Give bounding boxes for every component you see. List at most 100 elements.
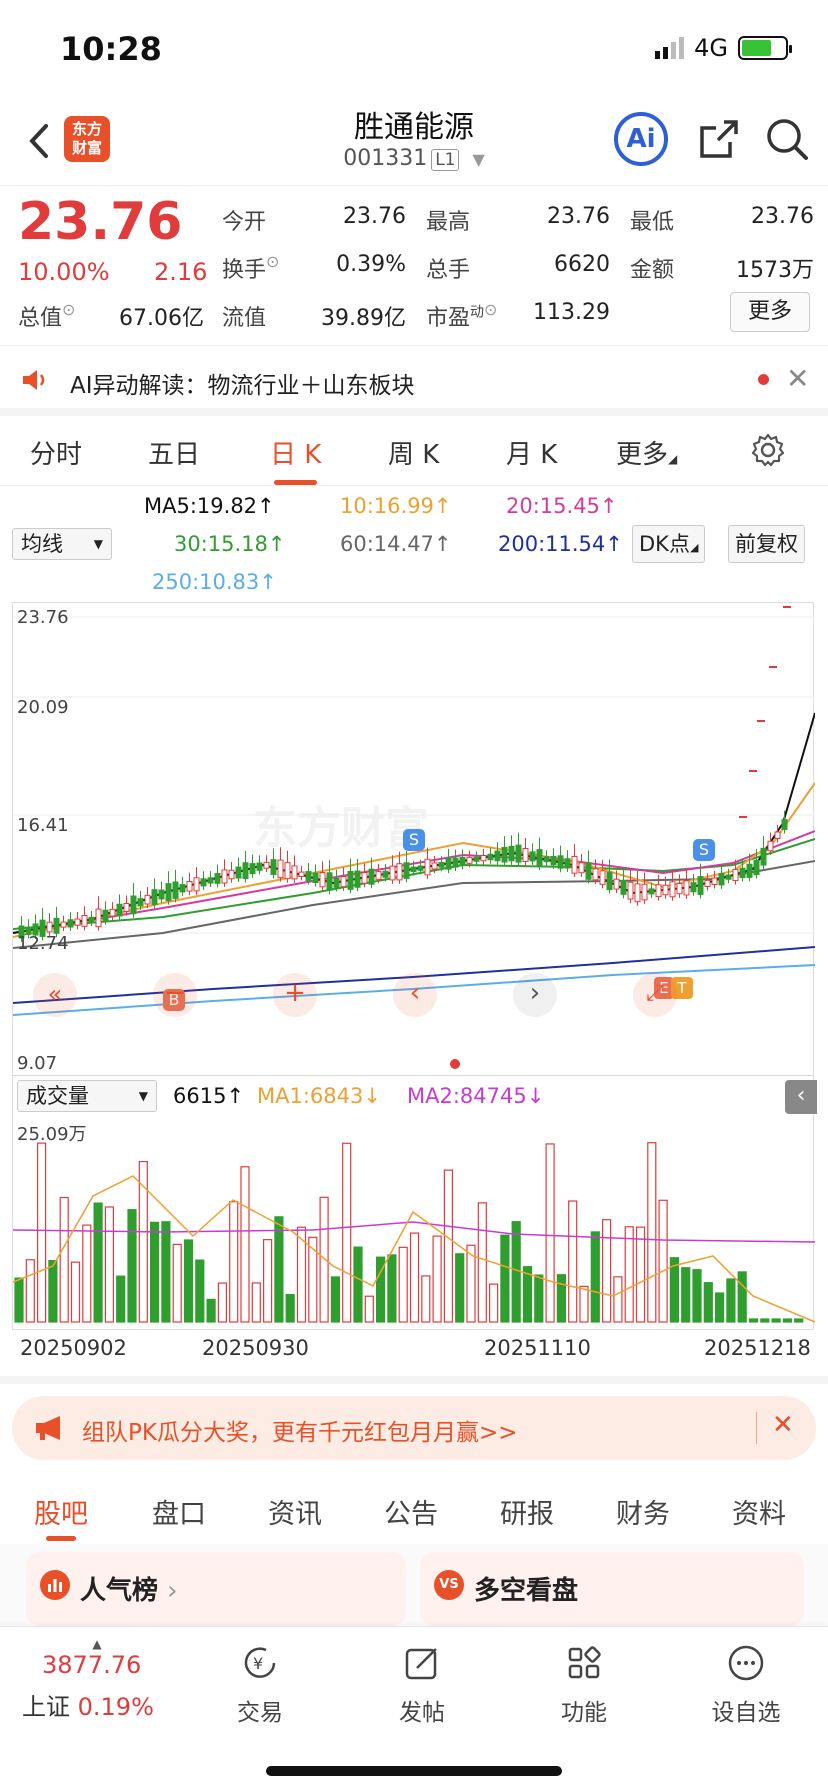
nav-watchlist[interactable]: 设自选 — [686, 1637, 806, 1727]
status-bar: 10:28 4G — [0, 0, 828, 96]
index-value: 3877.76 — [42, 1651, 142, 1679]
ai-button[interactable]: Ai — [614, 112, 668, 166]
tab-more[interactable]: 更多◢ — [616, 434, 677, 471]
volume-bar — [398, 1246, 408, 1323]
candle-body — [277, 859, 284, 879]
nav-trade-label: 交易 — [237, 1700, 283, 1726]
candle-body — [599, 870, 606, 885]
volume-bar — [545, 1143, 555, 1323]
info-icon[interactable]: ⊙ — [484, 300, 497, 319]
candle-body — [781, 819, 788, 830]
promo-banner[interactable]: 组队PK瓜分大奖，更有千元红包月月赢>> ✕ — [12, 1396, 816, 1460]
zoom-in-icon[interactable]: + — [273, 973, 317, 1017]
chart-icon — [40, 1570, 70, 1600]
tab-financials[interactable]: 财务 — [616, 1492, 670, 1531]
vs-icon: VS — [434, 1570, 464, 1600]
tab-daily-k[interactable]: 日 K — [270, 434, 321, 485]
kline-chart[interactable]: 东方财富 23.76 20.09 16.41 12.74 9.07 B S S … — [12, 602, 816, 1076]
search-icon[interactable] — [762, 114, 812, 164]
tab-five-day[interactable]: 五日 — [148, 434, 200, 471]
ai-alert-bar[interactable]: AI异动解读：物流行业＋山东板块 ✕ — [0, 346, 828, 416]
nav-trade[interactable]: ¥ 交易 — [200, 1637, 320, 1727]
candle-body — [263, 861, 270, 869]
popularity-card[interactable]: 人气榜 › — [26, 1552, 406, 1626]
candle-body — [207, 877, 214, 884]
candle-body — [473, 856, 480, 862]
next-icon[interactable]: › — [513, 973, 557, 1017]
tab-announcements[interactable]: 公告 — [384, 1492, 438, 1531]
candle-body — [564, 858, 571, 869]
candle-body — [403, 862, 410, 879]
share-icon[interactable] — [694, 114, 744, 164]
tab-intraday[interactable]: 分时 — [30, 434, 82, 471]
volume-bar — [500, 1234, 510, 1323]
candle-body — [774, 831, 781, 840]
tab-monthly-k[interactable]: 月 K — [506, 434, 557, 471]
volume-bar — [771, 1318, 781, 1323]
volume-bar — [116, 1275, 126, 1323]
bull-bear-card[interactable]: VS 多空看盘 — [420, 1552, 804, 1626]
date-label: 20251110 — [484, 1336, 591, 1360]
ma30-value: 30:15.18↑ — [174, 532, 286, 556]
mktcap-label-text: 总值 — [18, 306, 63, 331]
speaker-icon — [20, 366, 50, 398]
volume-bar — [172, 1243, 182, 1323]
grid-icon — [568, 1646, 601, 1679]
volume-bar — [353, 1246, 363, 1323]
volume-bar — [37, 1142, 47, 1323]
volume-select[interactable]: 成交量 ▼ — [17, 1080, 157, 1112]
candle-body — [585, 862, 592, 880]
volume-bar — [285, 1294, 295, 1323]
candle-body — [767, 840, 774, 852]
pe-sup: 动 — [470, 304, 485, 321]
info-icon[interactable]: ⊙ — [266, 252, 279, 271]
volume-bar — [624, 1226, 634, 1323]
triangle-icon: ◢ — [668, 452, 678, 466]
close-icon[interactable]: ✕ — [786, 362, 809, 395]
volume-chart[interactable]: 25.09万 — [12, 1116, 816, 1330]
megaphone-icon — [32, 1414, 68, 1446]
tab-more-label: 更多 — [616, 440, 669, 470]
candle-body — [361, 872, 368, 884]
change-percent: 10.00% — [18, 258, 110, 286]
settings-gear-icon[interactable] — [750, 432, 786, 472]
amount-value: 1573万 — [736, 258, 814, 283]
high-value: 23.76 — [547, 204, 610, 229]
candle-body — [333, 877, 340, 888]
more-button[interactable]: 更多 — [730, 292, 810, 332]
volume-bar — [240, 1166, 250, 1323]
zoom-out-icon[interactable]: − — [153, 973, 197, 1017]
adjust-button[interactable]: 前复权 — [728, 525, 805, 563]
tab-profile[interactable]: 资料 — [732, 1492, 786, 1531]
collapse-icon[interactable]: ‹ — [785, 1080, 817, 1114]
dk-point-button[interactable]: DK点◢ — [632, 525, 706, 563]
candle-body — [235, 866, 242, 879]
close-icon[interactable]: ✕ — [772, 1410, 794, 1440]
rewind-icon[interactable]: « — [33, 973, 77, 1017]
low-label: 最低 — [630, 210, 675, 235]
volume-bar — [703, 1282, 713, 1323]
sell-marker[interactable]: S — [403, 829, 425, 851]
candle-body — [557, 855, 564, 869]
info-icon[interactable]: ⊙ — [62, 300, 75, 319]
candle-body — [291, 865, 298, 880]
y-tick-bottom: 9.07 — [17, 1053, 58, 1074]
open-value: 23.76 — [343, 204, 406, 229]
indicator-select[interactable]: 均线 ▼ — [12, 528, 112, 560]
sell-marker[interactable]: S — [693, 839, 715, 861]
index-widget[interactable]: ▲ 3877.76 上证 0.19% — [22, 1637, 172, 1722]
fullscreen-icon[interactable]: ⤢ — [633, 973, 677, 1017]
volume-bar — [477, 1202, 487, 1323]
tab-weekly-k[interactable]: 周 K — [388, 434, 439, 471]
prev-icon[interactable]: ‹ — [393, 973, 437, 1017]
volume-ma2-text: MA2:84745 — [407, 1084, 527, 1108]
candle-body — [172, 881, 179, 899]
nav-functions[interactable]: 功能 — [524, 1637, 644, 1727]
nav-post[interactable]: 发帖 — [362, 1637, 482, 1727]
tab-orderbook[interactable]: 盘口 — [152, 1492, 206, 1531]
tab-forum[interactable]: 股吧 — [34, 1492, 88, 1541]
tab-research[interactable]: 研报 — [500, 1492, 554, 1531]
tab-news[interactable]: 资讯 — [268, 1492, 322, 1531]
candle-body — [270, 859, 277, 875]
indicator-select-label: 均线 — [21, 532, 63, 556]
